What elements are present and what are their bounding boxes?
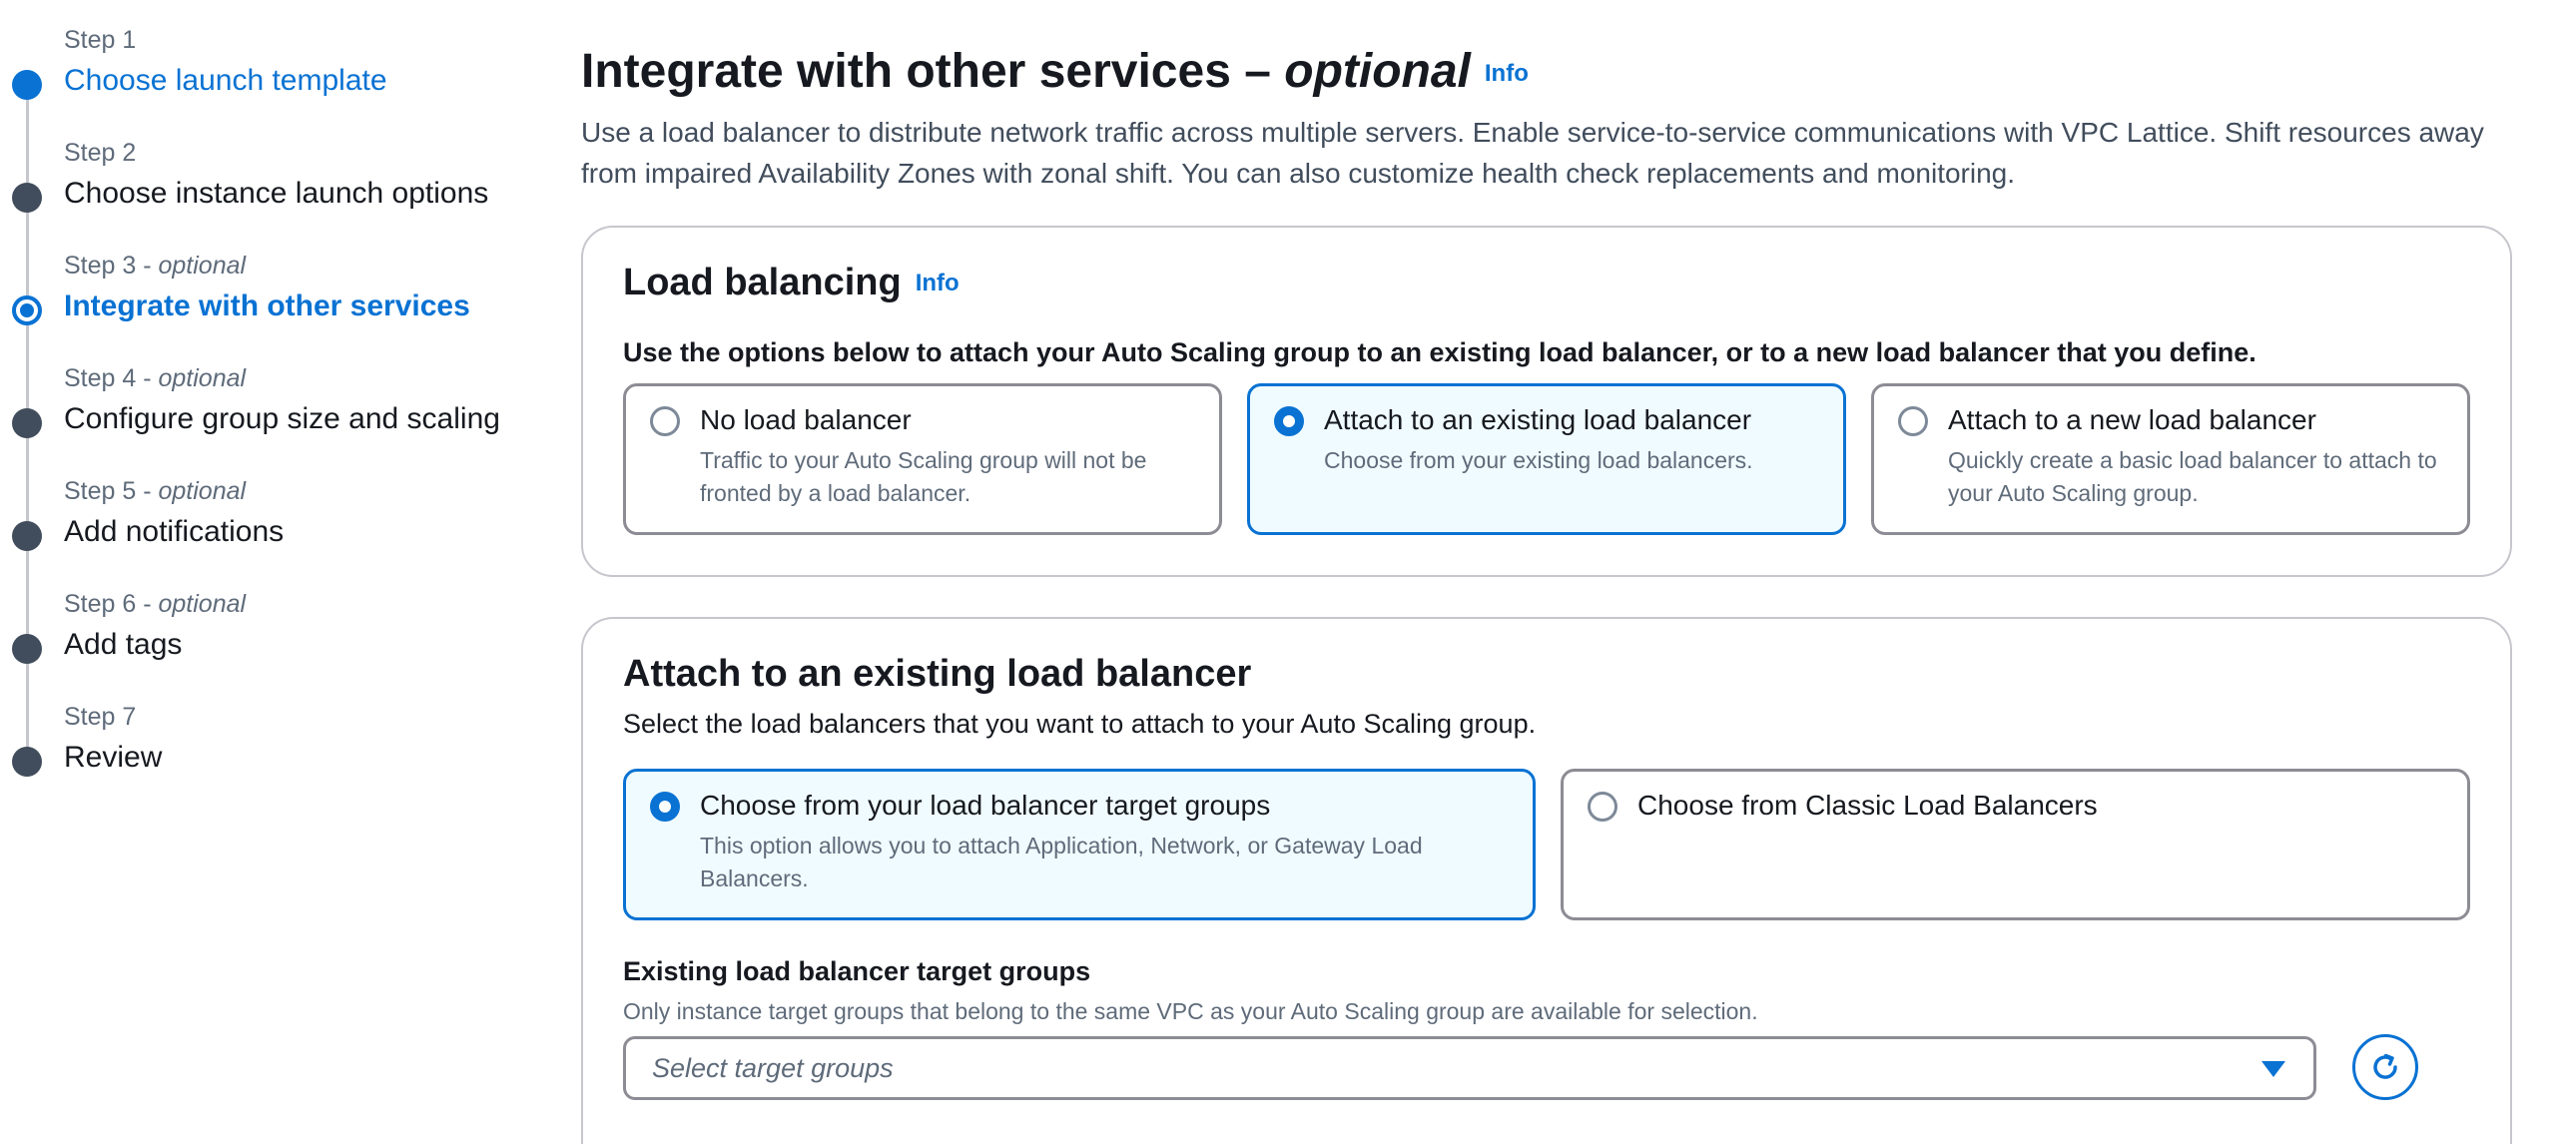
step-3[interactable]: Step 3 - optional Integrate with other s… [0, 252, 539, 351]
step-number: Step 3 - optional [64, 252, 247, 280]
step-number: Step 6 - optional [64, 590, 247, 618]
step-6[interactable]: Step 6 - optional Add tags [0, 590, 539, 690]
radio-icon[interactable] [650, 406, 680, 436]
step-number: Step 7 [64, 703, 137, 731]
attach-existing-title: Attach to an existing load balancer [623, 653, 1252, 695]
page-title: Integrate with other services – optional… [581, 45, 1529, 98]
step-dot-icon [12, 408, 42, 438]
step-title[interactable]: Choose launch template [64, 64, 387, 98]
step-dot-icon [12, 521, 42, 551]
info-link[interactable]: Info [916, 270, 960, 296]
target-groups-hint: Only instance target groups that belong … [623, 998, 1758, 1024]
option-label: Choose from Classic Load Balancers [1637, 790, 2098, 821]
step-title[interactable]: Configure group size and scaling [64, 402, 500, 436]
step-number: Step 4 - optional [64, 364, 247, 392]
option-no-load-balancer[interactable]: No load balancer Traffic to your Auto Sc… [623, 383, 1222, 535]
page-description: Use a load balancer to distribute networ… [581, 117, 2484, 189]
option-description: Quickly create a basic load balancer to … [1948, 447, 2437, 506]
option-target-groups[interactable]: Choose from your load balancer target gr… [623, 769, 1536, 920]
option-label: Choose from your load balancer target gr… [700, 790, 1271, 821]
option-attach-new-load-balancer[interactable]: Attach to a new load balancer Quickly cr… [1871, 383, 2470, 535]
step-title[interactable]: Add notifications [64, 515, 284, 549]
refresh-icon [2373, 1053, 2397, 1079]
wizard-steps-nav: Step 1 Choose launch template Step 2 Cho… [0, 0, 539, 1144]
step-title[interactable]: Review [64, 741, 162, 775]
step-dot-icon [12, 70, 42, 100]
refresh-button[interactable] [2352, 1034, 2418, 1100]
step-number: Step 2 [64, 139, 137, 167]
radio-selected-icon[interactable] [650, 792, 680, 822]
step-5[interactable]: Step 5 - optional Add notifications [0, 477, 539, 577]
option-description: Choose from your existing load balancers… [1324, 447, 1753, 473]
step-dot-icon [12, 183, 42, 213]
option-label: Attach to an existing load balancer [1324, 404, 1752, 435]
option-label: Attach to a new load balancer [1948, 404, 2316, 435]
optional-label: optional [1284, 45, 1471, 98]
option-description: Traffic to your Auto Scaling group will … [700, 447, 1147, 506]
step-4[interactable]: Step 4 - optional Configure group size a… [0, 364, 539, 464]
radio-selected-icon[interactable] [1274, 406, 1304, 436]
step-number: Step 5 - optional [64, 477, 247, 505]
select-placeholder: Select target groups [652, 1053, 894, 1083]
option-attach-existing-load-balancer[interactable]: Attach to an existing load balancer Choo… [1247, 383, 1846, 535]
step-dot-icon [12, 747, 42, 777]
load-balancing-title: Load balancing Info [623, 262, 960, 303]
radio-icon[interactable] [1588, 792, 1617, 822]
option-label: No load balancer [700, 404, 912, 435]
radio-icon[interactable] [1898, 406, 1928, 436]
step-title[interactable]: Choose instance launch options [64, 177, 488, 211]
step-number: Step 1 [64, 26, 137, 54]
info-link[interactable]: Info [1485, 60, 1529, 87]
step-title[interactable]: Add tags [64, 628, 182, 662]
step-2[interactable]: Step 2 Choose instance launch options [0, 139, 539, 239]
step-7[interactable]: Step 7 Review [0, 703, 539, 803]
step-title[interactable]: Integrate with other services [64, 289, 470, 323]
step-current-dot-icon [12, 295, 42, 325]
attach-existing-lead: Select the load balancers that you want … [623, 709, 1537, 739]
attach-existing-panel: Attach to an existing load balancer Sele… [581, 617, 2512, 1144]
target-groups-label: Existing load balancer target groups [623, 956, 1091, 986]
step-dot-icon [12, 634, 42, 664]
option-description: This option allows you to attach Applica… [700, 833, 1423, 891]
step-1[interactable]: Step 1 Choose launch template [0, 26, 539, 126]
option-classic-load-balancers[interactable]: Choose from Classic Load Balancers [1561, 769, 2470, 920]
load-balancing-lead: Use the options below to attach your Aut… [623, 337, 2256, 367]
caret-down-icon [2261, 1061, 2285, 1077]
load-balancing-panel: Load balancing Info Use the options below… [581, 226, 2512, 577]
target-groups-select[interactable]: Select target groups [623, 1036, 2316, 1100]
